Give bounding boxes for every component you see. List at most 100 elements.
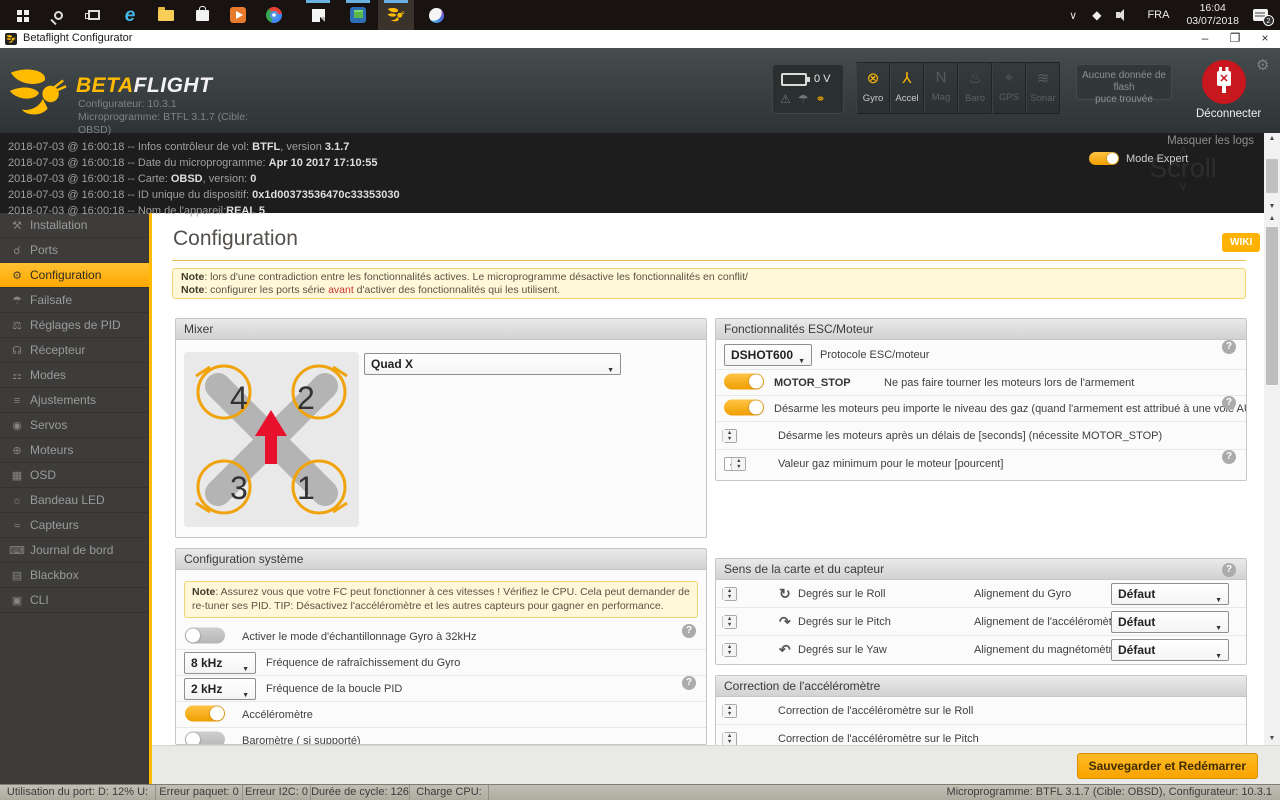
- save-reboot-button[interactable]: Sauvegarder et Redémarrer: [1076, 753, 1258, 779]
- language-indicator[interactable]: FRA: [1138, 9, 1178, 21]
- tray-chevron-icon[interactable]: ∨: [1061, 9, 1085, 22]
- roll-degrees-input[interactable]: 0▲▼: [722, 586, 738, 601]
- help-icon[interactable]: ?: [1222, 396, 1236, 410]
- esc-motor-header: Fonctionnalités ESC/Moteur: [716, 319, 1246, 340]
- sidebar-item-sensors[interactable]: ≈ Capteurs: [0, 513, 149, 538]
- scroll-up-icon[interactable]: ▲: [1264, 133, 1280, 145]
- motor-stop-row: MOTOR_STOP Ne pas faire tourner les mote…: [716, 370, 1246, 396]
- notification-icon[interactable]: 2: [1253, 9, 1274, 26]
- disconnect-button[interactable]: ✕ Déconnecter: [1196, 60, 1261, 120]
- scroll-down-icon[interactable]: ▼: [1264, 201, 1280, 213]
- log-scrollbar[interactable]: ▲ ▼: [1264, 133, 1280, 213]
- sidebar-item-adjustments[interactable]: ≡ Ajustements: [0, 388, 149, 413]
- motor-stop-toggle[interactable]: [724, 373, 764, 389]
- spinner-icon[interactable]: ▲ ▼: [731, 458, 746, 470]
- sidebar-item-receiver[interactable]: ☊ Récepteur: [0, 338, 149, 363]
- yaw-rotate-icon: ↶: [779, 641, 791, 658]
- motor-1-number: 1: [297, 470, 315, 506]
- edge-icon[interactable]: e: [112, 0, 148, 30]
- sensor-gps: ⌖ GPS: [992, 62, 1026, 114]
- esc-protocol-select[interactable]: DSHOT600: [724, 343, 812, 372]
- bee-icon: [387, 7, 405, 22]
- sidebar-item-modes[interactable]: ⚏ Modes: [0, 363, 149, 388]
- usb-disconnect-icon: ✕: [1202, 60, 1246, 104]
- sidebar-item-cli[interactable]: ▣ CLI: [0, 588, 149, 613]
- wiki-button[interactable]: WIKI: [1222, 233, 1261, 252]
- sidebar-item-osd[interactable]: ▦ OSD: [0, 463, 149, 488]
- gyro-alignment-select[interactable]: Défaut: [1111, 582, 1229, 611]
- sidebar-item-failsafe[interactable]: ☂ Failsafe: [0, 288, 149, 313]
- pid-frequency-select[interactable]: 2 kHz: [184, 677, 256, 706]
- sidebar-item-logbook[interactable]: ⌨ Journal de bord: [0, 538, 149, 563]
- help-icon[interactable]: ?: [1222, 340, 1236, 354]
- sidebar-item-pid[interactable]: ⚖ Réglages de PID: [0, 313, 149, 338]
- content-scrollbar-thumb[interactable]: [1266, 227, 1278, 385]
- money-icon[interactable]: [340, 0, 376, 30]
- spinner-icon[interactable]: ▲ ▼: [722, 644, 737, 656]
- sidebar-item-blackbox[interactable]: ▤ Blackbox: [0, 563, 149, 588]
- store-icon[interactable]: [184, 0, 220, 30]
- barometer-toggle[interactable]: [185, 731, 225, 744]
- gyro-frequency-row: 8 kHz Fréquence de rafraîchissement du G…: [176, 650, 706, 680]
- task-view-icon[interactable]: [76, 0, 112, 30]
- accel-alignment-select[interactable]: Défaut: [1111, 610, 1229, 639]
- spinner-icon[interactable]: ▲ ▼: [722, 615, 737, 628]
- disarm-toggle[interactable]: [724, 399, 764, 415]
- notification-badge: 2: [1263, 15, 1274, 26]
- led-strip-icon: ☼: [11, 495, 23, 507]
- start-icon[interactable]: [4, 0, 40, 30]
- notes-icon[interactable]: [300, 0, 336, 30]
- sidebar-item-ports[interactable]: ☌ Ports: [0, 238, 149, 263]
- spinner-icon[interactable]: ▲ ▼: [722, 733, 737, 745]
- expert-mode-toggle[interactable]: [1089, 152, 1119, 165]
- pitch-rotate-icon: ↷: [779, 613, 791, 629]
- min-throttle-row: 4,5▲▼ Valeur gaz minimum pour le moteur …: [716, 450, 1246, 478]
- accel-trim-pitch-input[interactable]: 0▲▼: [722, 732, 738, 746]
- chrome-icon[interactable]: [256, 0, 292, 30]
- yaw-degrees-input[interactable]: 0▲▼: [722, 643, 738, 657]
- close-button[interactable]: ×: [1250, 30, 1280, 48]
- clock[interactable]: 16:04 03/07/2018: [1178, 2, 1247, 28]
- flash-data-button[interactable]: Aucune donnée de flash puce trouvée: [1076, 64, 1172, 105]
- dropbox-icon[interactable]: ◆: [1085, 8, 1108, 22]
- sidebar-item-motors[interactable]: ⊕ Moteurs: [0, 438, 149, 463]
- file-explorer-icon[interactable]: [148, 0, 184, 30]
- spinner-icon[interactable]: ▲ ▼: [722, 429, 737, 442]
- log-scrollbar-thumb[interactable]: [1266, 159, 1278, 193]
- help-icon[interactable]: ?: [1222, 563, 1236, 577]
- gyro-frequency-select[interactable]: 8 kHz: [184, 651, 256, 680]
- help-icon[interactable]: ?: [1222, 450, 1236, 464]
- volume-icon[interactable]: [1116, 9, 1130, 21]
- gyro-32khz-toggle[interactable]: [185, 627, 225, 643]
- help-icon[interactable]: ?: [682, 676, 696, 690]
- accelerometer-toggle[interactable]: [185, 705, 225, 721]
- maximize-button[interactable]: ❐: [1220, 30, 1250, 48]
- scroll-down-icon[interactable]: ▼: [1264, 733, 1280, 745]
- mixer-select[interactable]: Quad X: [364, 353, 621, 381]
- paint3d-icon[interactable]: [418, 0, 454, 30]
- log-area: 2018-07-03 @ 16:00:18 -- Infos contrôleu…: [0, 133, 1280, 217]
- disarm-delay-input[interactable]: 5▲▼: [722, 428, 738, 443]
- content-scrollbar[interactable]: ▲ ▼: [1264, 213, 1280, 745]
- settings-gear-icon[interactable]: ⚙: [1256, 56, 1269, 74]
- help-icon[interactable]: ?: [682, 624, 696, 638]
- sidebar-item-led[interactable]: ☼ Bandeau LED: [0, 488, 149, 513]
- sidebar-item-servos[interactable]: ◉ Servos: [0, 413, 149, 438]
- search-icon[interactable]: [40, 0, 76, 30]
- cpu-load-status: Charge CPU: 3%: [410, 785, 489, 800]
- pitch-degrees-input[interactable]: 0▲▼: [722, 614, 738, 629]
- system-note: Note: Assurez vous que votre FC peut fon…: [184, 581, 698, 618]
- mixer-panel: Mixer 4 2 3 1 Quad X ▼: [175, 318, 707, 538]
- spinner-icon[interactable]: ▲ ▼: [722, 704, 737, 717]
- yaw-alignment-row: 0▲▼ ↶ Degrés sur le Yaw Alignement du ma…: [716, 636, 1246, 664]
- betaflight-taskbar-icon[interactable]: [378, 0, 414, 30]
- min-throttle-input[interactable]: 4,5▲▼: [724, 457, 747, 471]
- mag-alignment-select[interactable]: Défaut: [1111, 639, 1229, 664]
- movies-icon[interactable]: [220, 0, 256, 30]
- sidebar-item-configuration[interactable]: ⚙ Configuration: [0, 263, 149, 288]
- accel-trim-roll-input[interactable]: 0▲▼: [722, 703, 738, 718]
- baro-icon: ♨: [968, 70, 982, 87]
- minimize-button[interactable]: –: [1190, 30, 1220, 48]
- spinner-icon[interactable]: ▲ ▼: [722, 587, 737, 600]
- sensor-baro: ♨ Baro: [958, 62, 992, 114]
